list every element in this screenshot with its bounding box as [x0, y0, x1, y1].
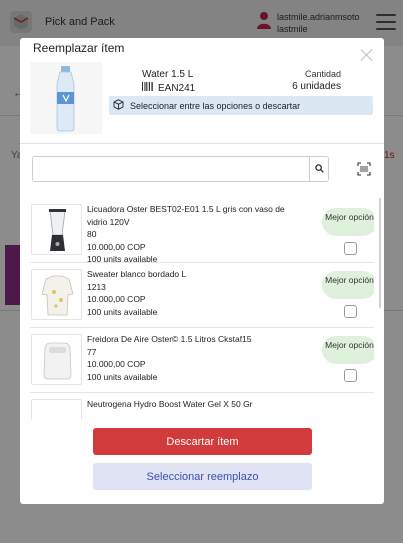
item-name: Sweater blanco bordado L	[87, 269, 187, 279]
best-option-badge: Mejor opción	[322, 271, 374, 299]
original-product-image	[30, 62, 102, 134]
list-item[interactable]: Sweater blanco bordado L 1213 10.000,00 …	[30, 263, 374, 328]
item-checkbox[interactable]	[344, 242, 357, 255]
item-price: 10.000,00 COP	[87, 241, 146, 252]
item-stock: 100 units available	[87, 371, 158, 382]
search-input[interactable]	[33, 157, 309, 181]
item-code: 80	[87, 229, 97, 239]
modal-title: Reemplazar ítem	[33, 41, 125, 55]
quantity-value: 6 unidades	[292, 81, 341, 92]
list-item[interactable]: Licuadora Oster BEST02-E01 1.5 L gris co…	[30, 198, 374, 266]
cube-icon	[113, 99, 124, 112]
barcode-scan-icon[interactable]	[357, 162, 371, 176]
quantity-label: Cantidad	[304, 69, 341, 79]
item-details: Neutrogena Hydro Boost Water Gel X 50 Gr	[87, 398, 307, 411]
item-code: 1213	[87, 281, 106, 292]
info-banner: Seleccionar entre las opciones o descart…	[109, 96, 373, 115]
item-checkbox[interactable]	[344, 305, 357, 318]
select-replacement-button[interactable]: Seleccionar reemplazo	[93, 463, 312, 490]
discard-item-button[interactable]: Descartar ítem	[93, 428, 312, 455]
barcode-icon	[142, 82, 153, 94]
product-thumbnail	[31, 334, 82, 385]
best-option-badge: Mejor opción	[322, 208, 374, 236]
product-thumbnail	[31, 204, 82, 255]
best-option-badge: Mejor opción	[322, 336, 374, 364]
original-product-ean: EAN241	[142, 82, 195, 94]
item-name: Neutrogena Hydro Boost Water Gel X 50 Gr	[87, 399, 253, 409]
replacement-list: Licuadora Oster BEST02-E01 1.5 L gris co…	[30, 198, 374, 420]
item-stock: 100 units available	[87, 306, 158, 317]
info-banner-text: Seleccionar entre las opciones o descart…	[130, 100, 301, 111]
item-price: 10.000,00 COP	[87, 294, 146, 304]
list-scrollbar[interactable]	[379, 198, 381, 308]
product-thumbnail	[31, 399, 82, 420]
item-name: Freidora De Aire Oster© 1.5 Litros Cksta…	[87, 334, 252, 344]
replace-item-modal: Reemplazar ítem Water 1.5 L EAN241 Canti…	[20, 38, 384, 504]
item-code: 77	[87, 346, 97, 357]
item-name: Licuadora Oster BEST02-E01 1.5 L gris co…	[87, 204, 285, 227]
item-details: Freidora De Aire Oster© 1.5 Litros Cksta…	[87, 333, 307, 383]
search-box	[32, 156, 329, 182]
item-price: 10.000,00 COP	[87, 359, 146, 369]
item-details: Licuadora Oster BEST02-E01 1.5 L gris co…	[87, 203, 307, 266]
original-product-name: Water 1.5 L	[142, 69, 194, 80]
ean-value: EAN241	[158, 82, 196, 94]
divider	[20, 143, 384, 144]
item-details: Sweater blanco bordado L 1213 10.000,00 …	[87, 268, 307, 318]
list-item[interactable]: Freidora De Aire Oster© 1.5 Litros Cksta…	[30, 328, 374, 393]
list-item[interactable]: Neutrogena Hydro Boost Water Gel X 50 Gr	[30, 393, 374, 420]
search-button[interactable]	[309, 157, 329, 181]
search-icon	[315, 160, 324, 178]
product-thumbnail	[31, 269, 82, 320]
close-icon[interactable]	[360, 48, 374, 62]
item-checkbox[interactable]	[344, 369, 357, 382]
